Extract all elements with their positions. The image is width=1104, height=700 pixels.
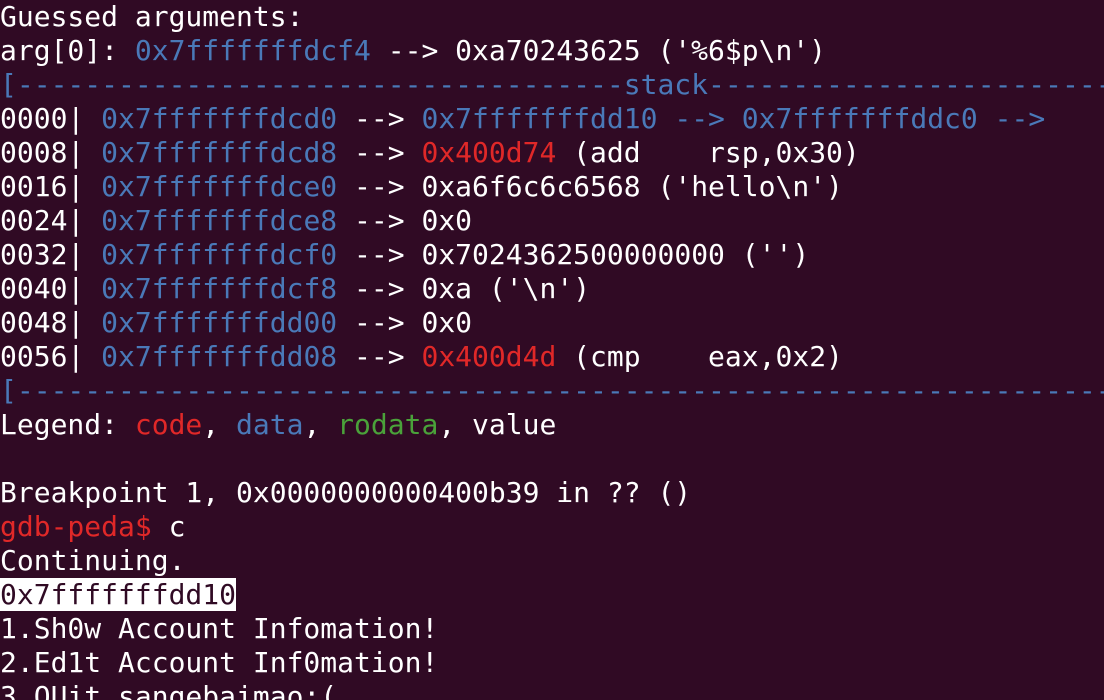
stack-arrow: -->: [337, 102, 422, 135]
stack-offset: 0032|: [0, 238, 102, 271]
stack-value: 0x0: [421, 204, 473, 237]
breakpoint-line: Breakpoint 1, 0x0000000000400b39 in ?? (…: [0, 476, 692, 509]
legend-sep: ,: [438, 408, 473, 441]
stack-offset: 0000|: [0, 102, 102, 135]
stack-row: 0008| 0x7fffffffdcd8 --> 0x400d74 (add r…: [0, 136, 860, 170]
stack-row: 0016| 0x7fffffffdce0 --> 0xa6f6c6c6568 (…: [0, 170, 843, 204]
stack-arrow: -->: [337, 204, 422, 237]
stack-tail: ('hello\n'): [640, 170, 843, 203]
stack-header: [------------------------------------sta…: [0, 68, 1104, 101]
stack-arrow: -->: [337, 272, 422, 305]
prompt-line: gdb-peda$ c: [0, 510, 185, 544]
menu-item-quit: 3.QUit sangebaimao:(: [0, 680, 338, 700]
stack-value: 0xa6f6c6c6568: [421, 170, 641, 203]
stack-address: 0x7fffffffdce0: [101, 170, 338, 203]
stack-offset: 0008|: [0, 136, 102, 169]
stack-address: 0x7fffffffdcd8: [101, 136, 338, 169]
selected-leak-address[interactable]: 0x7fffffffdd10: [0, 578, 237, 611]
stack-arrow: -->: [337, 238, 422, 271]
stack-value: 0x7024362500000000: [421, 238, 725, 271]
arg0-line: arg[0]: 0x7fffffffdcf4 --> 0xa70243625 (…: [0, 34, 826, 68]
stack-arrow: -->: [337, 136, 422, 169]
stack-arrow: -->: [337, 170, 422, 203]
prompt-command: c: [151, 510, 186, 543]
stack-tail: (add rsp,0x30): [556, 136, 860, 169]
stack-value: 0x7fffffffdd10: [421, 102, 658, 135]
stack-offset: 0056|: [0, 340, 102, 373]
stack-address: 0x7fffffffdd00: [101, 306, 338, 339]
stack-offset: 0040|: [0, 272, 102, 305]
legend-sep: ,: [202, 408, 237, 441]
stack-value: 0x400d74: [421, 136, 557, 169]
guessed-arguments-title: Guessed arguments:: [0, 0, 304, 33]
stack-address: 0x7fffffffdcf0: [101, 238, 338, 271]
stack-tail: (''): [724, 238, 810, 271]
stack-arrow: -->: [337, 340, 422, 373]
stack-tail: --> 0x7fffffffddc0 -->: [657, 102, 1063, 135]
menu-item-edit: 2.Ed1t Account Inf0mation!: [0, 646, 439, 679]
stack-row: 0056| 0x7fffffffdd08 --> 0x400d4d (cmp e…: [0, 340, 843, 374]
stack-value: 0x0: [421, 306, 473, 339]
stack-row: 0048| 0x7fffffffdd00 --> 0x0: [0, 306, 472, 340]
stack-address: 0x7fffffffdce8: [101, 204, 338, 237]
stack-value: 0xa: [421, 272, 473, 305]
terminal-window[interactable]: Guessed arguments: arg[0]: 0x7fffffffdcf…: [0, 0, 1104, 700]
continuing-line: Continuing.: [0, 544, 186, 577]
arg-address: 0x7fffffffdcf4: [134, 34, 371, 67]
legend-line: Legend: code, data, rodata, value: [0, 408, 556, 442]
legend-data: data: [236, 408, 304, 441]
stack-address: 0x7fffffffdcd0: [101, 102, 338, 135]
stack-value: 0x400d4d: [421, 340, 557, 373]
stack-offset: 0048|: [0, 306, 102, 339]
arg-value: --> 0xa70243625 ('%6$p\n'): [370, 34, 827, 67]
legend-label: Legend:: [0, 408, 135, 441]
stack-tail: (cmp eax,0x2): [556, 340, 843, 373]
leak-line[interactable]: 0x7fffffffdd10: [0, 578, 237, 612]
legend-rodata: rodata: [337, 408, 439, 441]
stack-footer: [---------------------------------------…: [0, 374, 1104, 407]
gdb-prompt: gdb-peda$: [0, 510, 152, 543]
stack-offset: 0016|: [0, 170, 102, 203]
stack-row: 0040| 0x7fffffffdcf8 --> 0xa ('\n'): [0, 272, 590, 306]
arg-label: arg[0]:: [0, 34, 135, 67]
stack-address: 0x7fffffffdd08: [101, 340, 338, 373]
legend-sep: ,: [303, 408, 338, 441]
legend-code: code: [134, 408, 203, 441]
menu-item-show: 1.Sh0w Account Infomation!: [0, 612, 439, 645]
stack-row: 0032| 0x7fffffffdcf0 --> 0x7024362500000…: [0, 238, 809, 272]
legend-value: value: [472, 408, 557, 441]
stack-address: 0x7fffffffdcf8: [101, 272, 338, 305]
stack-row: 0000| 0x7fffffffdcd0 --> 0x7fffffffdd10 …: [0, 102, 1062, 136]
stack-tail: ('\n'): [472, 272, 591, 305]
stack-arrow: -->: [337, 306, 422, 339]
stack-offset: 0024|: [0, 204, 102, 237]
stack-row: 0024| 0x7fffffffdce8 --> 0x0: [0, 204, 472, 238]
